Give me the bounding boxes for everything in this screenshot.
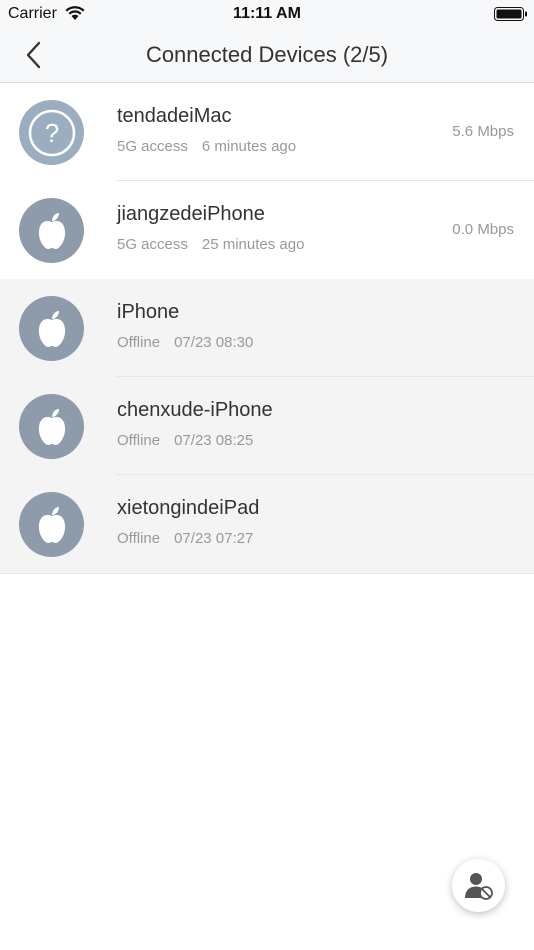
device-last-seen: 07/23 07:27	[174, 530, 254, 547]
device-info: Offline 07/23 08:25	[117, 432, 253, 449]
battery-icon	[494, 7, 527, 21]
user-block-icon	[464, 872, 493, 900]
device-name: xietongindeiPad	[117, 497, 260, 519]
device-info: 5G access 6 minutes ago	[117, 138, 296, 155]
device-info: 5G access 25 minutes ago	[117, 236, 304, 253]
apple-icon	[38, 408, 65, 445]
device-avatar	[19, 296, 84, 361]
device-connection: 5G access	[117, 236, 188, 253]
device-info: Offline 07/23 07:27	[117, 530, 253, 547]
device-row[interactable]: xietongindeiPad Offline 07/23 07:27	[0, 475, 534, 573]
apple-icon	[38, 506, 65, 543]
device-speed: 0.0 Mbps	[452, 221, 514, 238]
device-speed: 5.6 Mbps	[452, 123, 514, 140]
list-bottom-divider	[0, 573, 534, 574]
device-avatar	[19, 394, 84, 459]
nav-bar: Connected Devices (2/5)	[0, 28, 534, 83]
status-bar: Carrier 11:11 AM	[0, 0, 534, 28]
device-avatar: ?	[19, 100, 84, 165]
status-time: 11:11 AM	[233, 5, 301, 22]
device-list: ? tendadeiMac 5G access 6 minutes ago 5.6…	[0, 83, 534, 573]
question-icon: ?	[28, 109, 75, 156]
device-connection: Offline	[117, 530, 161, 547]
device-last-seen: 07/23 08:30	[174, 334, 254, 351]
apple-icon	[38, 310, 65, 347]
page-title: Connected Devices (2/5)	[145, 42, 389, 67]
device-connection: Offline	[117, 334, 161, 351]
device-last-seen: 25 minutes ago	[201, 236, 305, 253]
device-name: jiangzedeiPhone	[117, 203, 265, 225]
device-row[interactable]: jiangzedeiPhone 5G access 25 minutes ago …	[0, 181, 534, 279]
device-name: tendadeiMac	[117, 105, 232, 127]
device-row[interactable]: iPhone Offline 07/23 08:30	[0, 279, 534, 377]
svg-text:?: ?	[44, 118, 58, 148]
blocked-devices-button[interactable]	[452, 859, 505, 912]
device-name: chenxude-iPhone	[117, 399, 273, 421]
device-info: Offline 07/23 08:30	[117, 334, 253, 351]
device-connection: 5G access	[117, 138, 188, 155]
device-last-seen: 6 minutes ago	[201, 138, 297, 155]
device-row[interactable]: ? tendadeiMac 5G access 6 minutes ago 5.6…	[0, 83, 534, 181]
device-connection: Offline	[117, 432, 161, 449]
device-avatar	[19, 198, 84, 263]
device-row[interactable]: chenxude-iPhone Offline 07/23 08:25	[0, 377, 534, 475]
device-avatar	[19, 492, 84, 557]
device-last-seen: 07/23 08:25	[174, 432, 254, 449]
device-name: iPhone	[117, 301, 180, 323]
apple-icon	[38, 212, 65, 249]
